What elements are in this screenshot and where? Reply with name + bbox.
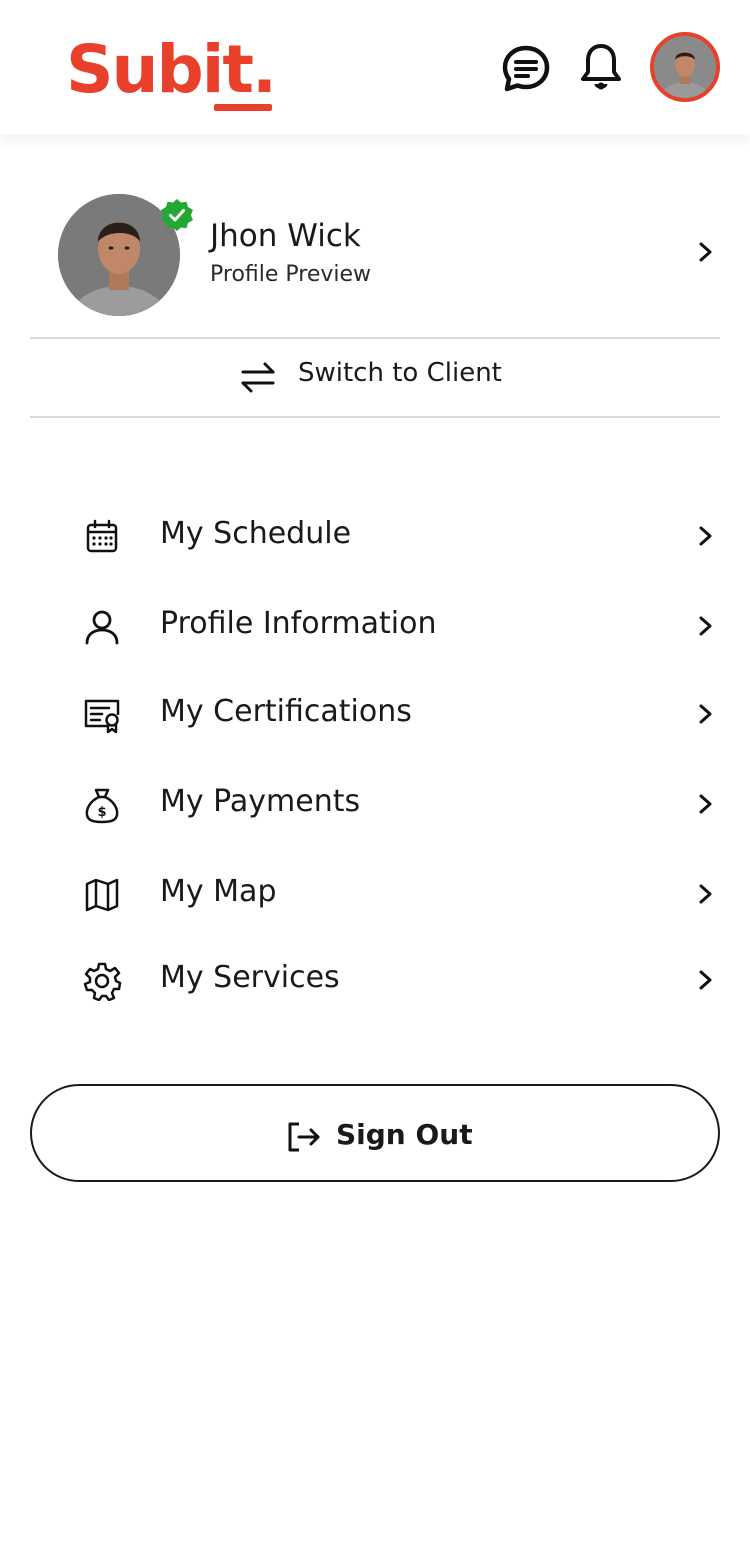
chevron-right-icon (699, 616, 712, 636)
svg-text:$: $ (97, 805, 106, 820)
chat-bubble-icon[interactable] (501, 44, 551, 94)
menu-item-label: Profile Information (160, 606, 437, 641)
chevron-right-icon (699, 526, 712, 546)
menu-item-label: My Schedule (160, 516, 352, 551)
calendar-icon (86, 519, 118, 553)
bell-icon[interactable] (579, 42, 623, 92)
sign-out-label: Sign Out (336, 1118, 473, 1151)
menu-item-profile-information[interactable]: Profile Information (30, 590, 720, 660)
menu-item-my-certifications[interactable]: My Certifications (30, 678, 720, 748)
profile-name: Jhon Wick (210, 218, 361, 254)
app-header: Subit. (0, 0, 750, 134)
verified-badge-icon (161, 199, 193, 231)
divider (30, 416, 720, 418)
menu-item-my-map[interactable]: My Map (30, 858, 720, 928)
menu-item-label: My Map (160, 874, 277, 909)
logo-underline (214, 104, 272, 111)
chevron-right-icon (699, 704, 712, 724)
menu-item-my-schedule[interactable]: My Schedule (30, 500, 720, 570)
chevron-right-icon[interactable] (697, 240, 715, 264)
chevron-right-icon (699, 794, 712, 814)
chevron-right-icon (699, 884, 712, 904)
menu-item-label: My Services (160, 960, 340, 995)
logo-text-accent: it. (201, 31, 277, 108)
header-avatar[interactable] (650, 32, 720, 102)
switch-to-client-label: Switch to Client (298, 358, 502, 388)
menu-item-my-payments[interactable]: $ My Payments (30, 768, 720, 838)
sign-out-button[interactable]: Sign Out (30, 1084, 720, 1182)
menu-item-my-services[interactable]: My Services (30, 944, 720, 1014)
menu-item-label: My Payments (160, 784, 361, 819)
user-icon (85, 610, 119, 645)
logo-text-main: Sub (66, 31, 204, 108)
app-logo[interactable]: Subit. (66, 30, 277, 110)
gear-icon (83, 962, 122, 1001)
menu-item-label: My Certifications (160, 694, 412, 729)
money-bag-icon: $ (85, 788, 119, 824)
avatar-image (654, 36, 716, 98)
swap-arrows-icon (241, 362, 275, 393)
profile-preview-link[interactable]: Profile Preview (210, 262, 371, 287)
certificate-icon (84, 699, 120, 734)
map-icon (85, 878, 119, 912)
sign-out-icon (288, 1122, 320, 1152)
switch-to-client-button[interactable]: Switch to Client (30, 339, 720, 416)
chevron-right-icon (699, 970, 712, 990)
